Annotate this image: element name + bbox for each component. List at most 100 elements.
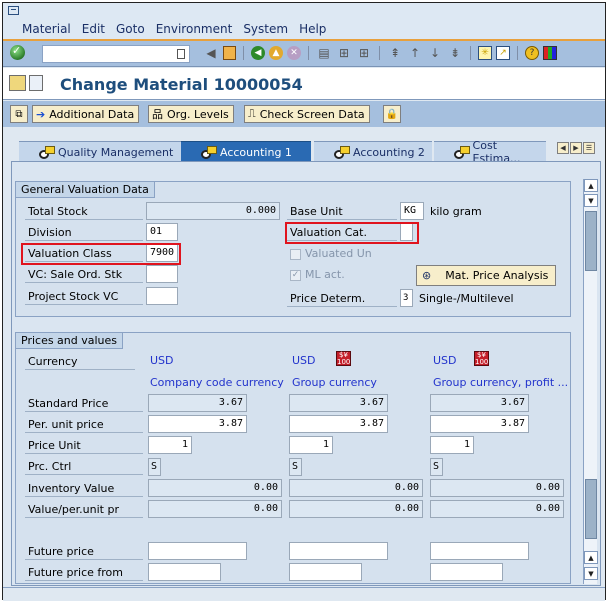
prc-ctrl-field-1[interactable]: S (148, 458, 161, 476)
menu-edit[interactable]: Edit (82, 22, 105, 36)
tab-accounting-1[interactable]: Accounting 1 (181, 141, 311, 162)
future-price-from-field-3[interactable] (430, 563, 503, 581)
prev-page-icon[interactable]: ↑ (407, 45, 423, 61)
tab-status-icon (201, 145, 217, 159)
menu-system[interactable]: System (243, 22, 288, 36)
price-unit-label: Price Unit (25, 437, 143, 454)
division-label: Division (25, 224, 143, 241)
back-icon[interactable]: ◀ (251, 46, 265, 60)
base-unit-field[interactable]: KG (400, 202, 424, 220)
per-unit-price-label: Per. unit price (25, 416, 143, 433)
save-icon[interactable] (223, 46, 236, 60)
command-field[interactable] (42, 45, 190, 63)
total-stock-label: Total Stock (25, 203, 143, 220)
other-material-icon[interactable] (29, 75, 43, 91)
select-views-button[interactable]: ⧉ (10, 105, 28, 123)
vertical-scrollbar[interactable]: ▲ ▼ ▲ ▼ (583, 179, 598, 584)
price-unit-field-1[interactable]: 1 (148, 436, 192, 454)
per-unit-price-field-3[interactable]: 3.87 (430, 415, 529, 433)
vc-sale-ord-stk-label: VC: Sale Ord. Stk (25, 266, 143, 283)
find-next-icon[interactable]: ⊞ (356, 45, 372, 61)
help-icon[interactable]: ? (525, 46, 539, 60)
inventory-value-field-2: 0.00 (289, 479, 423, 497)
future-price-from-field-1[interactable] (148, 563, 221, 581)
app-menu-icon[interactable] (8, 6, 19, 15)
tab-scroll-right-button[interactable]: ▶ (570, 142, 582, 154)
currency-code-1: USD (150, 354, 174, 367)
check-screen-data-button[interactable]: ⎍ Check Screen Data (244, 105, 370, 123)
tab-cost-estimate[interactable]: Cost Estima... (434, 139, 546, 165)
price-determ-label: Price Determ. (287, 290, 397, 307)
future-price-from-field-2[interactable] (289, 563, 362, 581)
division-field[interactable]: 01 (146, 223, 178, 241)
enter-icon[interactable] (10, 44, 25, 60)
price-determ-text: Single-/Multilevel (419, 292, 514, 305)
per-unit-price-field-1[interactable]: 3.87 (148, 415, 247, 433)
exit-icon[interactable]: ▲ (269, 46, 283, 60)
org-levels-button[interactable]: 品 Org. Levels (148, 105, 234, 123)
tab-list-button[interactable]: ☰ (583, 142, 595, 154)
additional-data-button[interactable]: ➔ Additional Data (32, 105, 140, 123)
back-nav-icon[interactable]: ◀ (203, 45, 219, 61)
currency-desc-1: Company code currency (150, 376, 284, 389)
cancel-icon[interactable]: ✕ (287, 46, 301, 60)
scroll-thumb-lower[interactable] (585, 479, 597, 539)
scroll-page-up-button[interactable]: ▲ (584, 551, 598, 564)
print-icon[interactable]: ▤ (316, 45, 332, 61)
toolbar-separator (517, 46, 518, 60)
tab-scroll-left-button[interactable]: ◀ (557, 142, 569, 154)
next-page-icon[interactable]: ↓ (427, 45, 443, 61)
price-determ-field[interactable]: 3 (400, 289, 413, 307)
valuation-cat-highlight (285, 222, 419, 244)
scroll-thumb[interactable] (585, 211, 597, 271)
currency-desc-3: Group currency, profit ... (433, 376, 569, 389)
first-page-icon[interactable]: ⇞ (387, 45, 403, 61)
last-page-icon[interactable]: ⇟ (447, 45, 463, 61)
arrow-right-icon: ➔ (36, 107, 46, 121)
customize-layout-icon[interactable] (543, 46, 557, 60)
mat-price-analysis-button[interactable]: ⊛ Mat. Price Analysis (416, 265, 556, 286)
prc-ctrl-label: Prc. Ctrl (25, 458, 143, 475)
menu-material[interactable]: Material (22, 22, 71, 36)
lock-icon: 🔒 (385, 108, 399, 120)
menu-goto[interactable]: Goto (116, 22, 145, 36)
find-icon[interactable]: ⊞ (336, 45, 352, 61)
future-price-field-1[interactable] (148, 542, 247, 560)
currency-conversion-icon[interactable]: $¥ 100 (336, 351, 351, 366)
menu-help[interactable]: Help (299, 22, 326, 36)
lock-button[interactable]: 🔒 (383, 105, 401, 123)
future-price-field-2[interactable] (289, 542, 388, 560)
standard-price-field-3: 3.67 (430, 394, 529, 412)
sap-window: Material Edit Goto Environment System He… (2, 2, 606, 601)
inventory-value-field-1: 0.00 (148, 479, 282, 497)
check-screen-icon: ⎍ (248, 107, 256, 120)
prc-ctrl-field-3[interactable]: S (430, 458, 443, 476)
per-unit-price-field-2[interactable]: 3.87 (289, 415, 388, 433)
value-per-unit-field-2: 0.00 (289, 500, 423, 518)
currency-code-3: USD (433, 354, 457, 367)
toolbar-separator (308, 46, 309, 60)
prc-ctrl-field-2[interactable]: S (289, 458, 302, 476)
vc-sale-ord-stk-field[interactable] (146, 265, 178, 283)
display-change-icon[interactable] (9, 75, 26, 91)
future-price-label: Future price (25, 543, 143, 560)
future-price-field-3[interactable] (430, 542, 529, 560)
currency-conversion-icon[interactable]: $¥ 100 (474, 351, 489, 366)
project-stock-vc-field[interactable] (146, 287, 178, 305)
scroll-up-button[interactable]: ▲ (584, 179, 598, 192)
menu-environment[interactable]: Environment (156, 22, 233, 36)
tab-label: Accounting 1 (220, 145, 292, 159)
price-unit-field-3[interactable]: 1 (430, 436, 474, 454)
command-history-icon[interactable] (177, 49, 185, 59)
mat-price-analysis-label: Mat. Price Analysis (445, 269, 549, 282)
price-unit-field-2[interactable]: 1 (289, 436, 333, 454)
new-session-icon[interactable]: ✳ (478, 46, 492, 60)
scroll-down-button[interactable]: ▼ (584, 194, 598, 207)
prices-values-title: Prices and values (16, 333, 124, 349)
general-valuation-title: General Valuation Data (16, 182, 155, 198)
tab-accounting-2[interactable]: Accounting 2 (314, 141, 432, 162)
org-levels-icon: 品 (152, 108, 163, 121)
tab-quality-management[interactable]: Quality Management (19, 141, 181, 162)
scroll-page-down-button[interactable]: ▼ (584, 567, 598, 580)
shortcut-icon[interactable]: ↗ (496, 46, 510, 60)
